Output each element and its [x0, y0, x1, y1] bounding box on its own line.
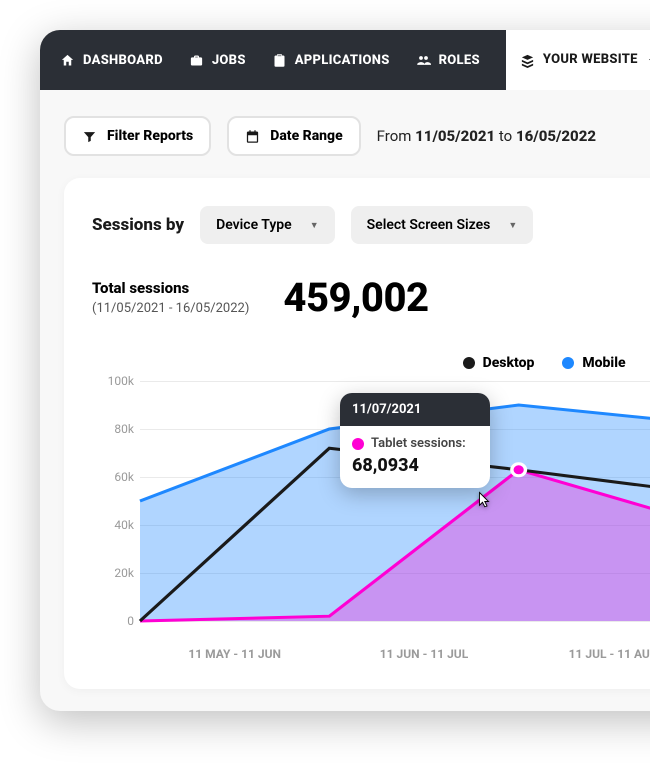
users-icon: [416, 53, 431, 68]
sessions-controls: Sessions by Device Type ▼ Select Screen …: [92, 206, 650, 244]
nav-dashboard-label: DASHBOARD: [83, 53, 163, 68]
device-type-select[interactable]: Device Type ▼: [200, 206, 335, 244]
totals-label-block: Total sessions (11/05/2021 - 16/05/2022): [92, 279, 249, 316]
clipboard-icon: [272, 53, 287, 68]
total-sessions-value: 459,002: [283, 274, 428, 321]
nav-dashboard[interactable]: DASHBOARD: [60, 53, 163, 68]
legend-mobile-label: Mobile: [582, 355, 625, 371]
nav-jobs-label: JOBS: [212, 53, 246, 68]
chart-tooltip: 11/07/2021 Tablet sessions: 68,0934: [340, 393, 490, 488]
total-sessions-label: Total sessions: [92, 279, 249, 297]
plot[interactable]: 11/07/2021 Tablet sessions: 68,0934: [140, 381, 650, 621]
legend-desktop-label: Desktop: [483, 355, 535, 371]
nav-your-website[interactable]: YOUR WEBSITE: [506, 30, 650, 90]
screen-sizes-value: Select Screen Sizes: [367, 217, 491, 233]
tooltip-series-label: Tablet sessions:: [371, 436, 466, 451]
nav-applications-label: APPLICATIONS: [295, 53, 390, 68]
nav-applications[interactable]: APPLICATIONS: [272, 53, 390, 68]
from-label: From: [377, 127, 412, 145]
home-icon: [60, 53, 75, 68]
nav-your-website-label: YOUR WEBSITE: [543, 30, 638, 90]
total-sessions-sub: (11/05/2021 - 16/05/2022): [92, 301, 249, 316]
device-type-value: Device Type: [216, 217, 292, 233]
cursor-pointer-icon: [475, 491, 493, 513]
dot-icon: [562, 357, 574, 369]
nav-roles[interactable]: ROLES: [416, 53, 480, 68]
to-label: to: [499, 127, 512, 145]
nav-roles-label: ROLES: [439, 53, 480, 68]
funnel-icon: [82, 129, 97, 144]
filter-reports-label: Filter Reports: [107, 128, 193, 144]
sessions-by-label: Sessions by: [92, 215, 184, 235]
chevron-down-icon: ▼: [508, 220, 517, 231]
x-axis: 11 MAY - 11 JUN11 JUN - 11 JUL11 JUL - 1…: [140, 647, 650, 661]
calendar-icon: [245, 129, 260, 144]
sessions-card: Sessions by Device Type ▼ Select Screen …: [64, 178, 650, 689]
legend-desktop[interactable]: Desktop: [463, 355, 535, 371]
chart-area: 020k40k60k80k100k 11/07/2021 Tablet sess…: [92, 381, 650, 661]
top-nav: DASHBOARD JOBS APPLICATIONS ROLES YOUR W…: [40, 30, 650, 90]
nav-jobs[interactable]: JOBS: [189, 53, 246, 68]
chevron-down-icon: ▼: [310, 220, 319, 231]
date-range-label: Date Range: [270, 128, 342, 144]
chart-legend: Desktop Mobile Table: [92, 355, 650, 371]
dot-icon: [352, 438, 364, 450]
dot-icon: [463, 357, 475, 369]
filters-bar: Filter Reports Date Range From 11/05/202…: [40, 90, 650, 156]
tooltip-date: 11/07/2021: [340, 393, 490, 426]
legend-mobile[interactable]: Mobile: [562, 355, 625, 371]
date-range-display: From 11/05/2021 to 16/05/2022: [377, 127, 596, 145]
from-date: 11/05/2021: [415, 127, 495, 145]
totals-row: Total sessions (11/05/2021 - 16/05/2022)…: [92, 274, 650, 321]
stack-icon: [520, 53, 535, 68]
to-date: 16/05/2022: [516, 127, 596, 145]
screen-sizes-select[interactable]: Select Screen Sizes ▼: [351, 206, 534, 244]
tooltip-value: 68,0934: [352, 455, 478, 476]
briefcase-icon: [189, 53, 204, 68]
app-window: DASHBOARD JOBS APPLICATIONS ROLES YOUR W…: [40, 30, 650, 711]
chevron-down-icon: [646, 55, 650, 65]
filter-reports-button[interactable]: Filter Reports: [64, 116, 211, 156]
date-range-button[interactable]: Date Range: [227, 116, 360, 156]
